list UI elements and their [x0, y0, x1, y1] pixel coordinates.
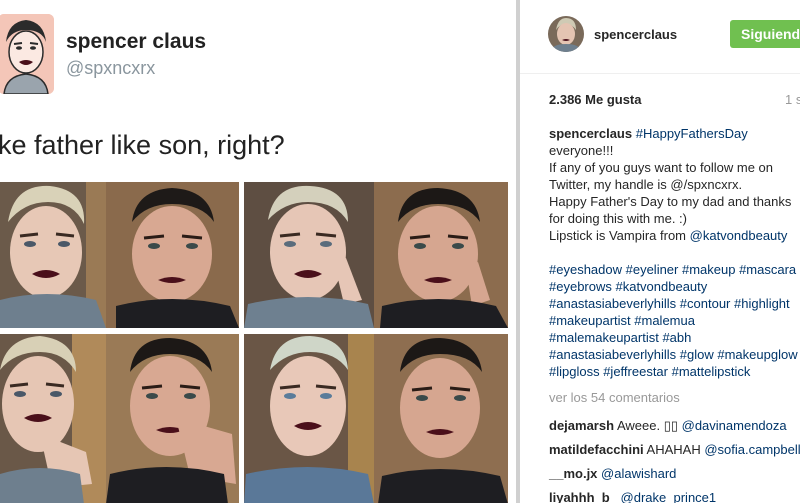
comment-mention[interactable]: @drake_prince1 — [621, 490, 717, 503]
tweet-text: ke father like son, right? — [0, 130, 285, 161]
caption-line: Twitter, my handle is @/spxncxrx. — [549, 177, 743, 192]
comment-text: Aweee. ▯▯ — [616, 418, 682, 433]
ig-header: spencerclaus Siguiendo — [520, 0, 800, 74]
photo-son-4[interactable] — [244, 334, 374, 503]
comment-mention[interactable]: @sofia.campbell — [704, 442, 800, 457]
comment-mention[interactable]: @davinamendoza — [682, 418, 787, 433]
tweet-avatar[interactable] — [0, 14, 54, 94]
comment-item: liyahhh_b_ @drake_prince1 — [549, 486, 800, 503]
caption-mention[interactable]: @katvondbeauty — [690, 228, 788, 243]
post-time: 1 s — [785, 92, 800, 107]
following-button[interactable]: Siguiendo — [730, 20, 800, 48]
hashtag-line[interactable]: #eyeshadow #eyeliner #makeup #mascara — [549, 261, 800, 278]
ig-username[interactable]: spencerclaus — [594, 27, 677, 42]
hashtag-line[interactable]: #anastasiabeverlyhills #contour #highlig… — [549, 295, 800, 312]
comment-item: __mo.jx @alawishard — [549, 462, 800, 486]
comment-user[interactable]: liyahhh_b_ — [549, 490, 617, 503]
comment-user[interactable]: dejamarsh — [549, 418, 614, 433]
photo-dad-1[interactable] — [106, 182, 239, 328]
photo-dad-4[interactable] — [374, 334, 508, 503]
tweet-text-content: ke father like son, right? — [0, 130, 285, 160]
caption-author[interactable]: spencerclaus — [549, 126, 632, 141]
hashtag-line[interactable]: #lipgloss #jeffreestar #mattelipstick — [549, 363, 800, 380]
comment-user[interactable]: __mo.jx — [549, 466, 597, 481]
photo-son-2[interactable] — [244, 182, 374, 328]
comment-user[interactable]: matildefacchini — [549, 442, 644, 457]
photo-son-3[interactable] — [0, 334, 106, 503]
hashtag-line[interactable]: #malemakeupartist #abh — [549, 329, 800, 346]
tweet-card: spencer claus @spxncxrx ke father like s… — [0, 0, 516, 503]
tweet-photo-grid[interactable] — [0, 182, 508, 503]
comment-item: matildefacchini AHAHAH @sofia.campbell — [549, 438, 800, 462]
post-caption: spencerclaus #HappyFathersDay everyone!!… — [549, 125, 800, 380]
caption-lipstick-text: Lipstick is Vampira from — [549, 228, 690, 243]
comment-text: AHAHAH — [646, 442, 705, 457]
comment-item: dejamarsh Aweee. ▯▯ @davinamendoza — [549, 414, 800, 438]
photo-dad-2[interactable] — [374, 182, 508, 328]
hashtag-line[interactable]: #eyebrows #katvondbeauty — [549, 278, 800, 295]
comments-list: dejamarsh Aweee. ▯▯ @davinamendoza matil… — [549, 414, 800, 503]
tweet-author-name[interactable]: spencer claus — [66, 30, 206, 54]
tweet-author-handle[interactable]: @spxncxrx — [66, 58, 155, 79]
caption-line: everyone!!! — [549, 143, 614, 158]
caption-line: If any of you guys want to follow me on — [549, 160, 774, 175]
ig-avatar[interactable] — [548, 16, 584, 52]
caption-hashtag[interactable]: #HappyFathersDay — [636, 126, 748, 141]
likes-count[interactable]: 2.386 Me gusta — [549, 92, 642, 107]
caption-line: for doing this with me. :) — [549, 211, 687, 226]
photo-dad-3[interactable] — [106, 334, 239, 503]
photo-son-1[interactable] — [0, 182, 106, 328]
instagram-panel: spencerclaus Siguiendo 2.386 Me gusta 1 … — [520, 0, 800, 503]
caption-line: Happy Father's Day to my dad and thanks — [549, 194, 792, 209]
hashtag-line[interactable]: #makeupartist #malemua — [549, 312, 800, 329]
view-comments-link[interactable]: ver los 54 comentarios — [549, 390, 680, 405]
hashtag-line[interactable]: #anastasiabeverlyhills #glow #makeupglow — [549, 346, 800, 363]
comment-mention[interactable]: @alawishard — [601, 466, 676, 481]
